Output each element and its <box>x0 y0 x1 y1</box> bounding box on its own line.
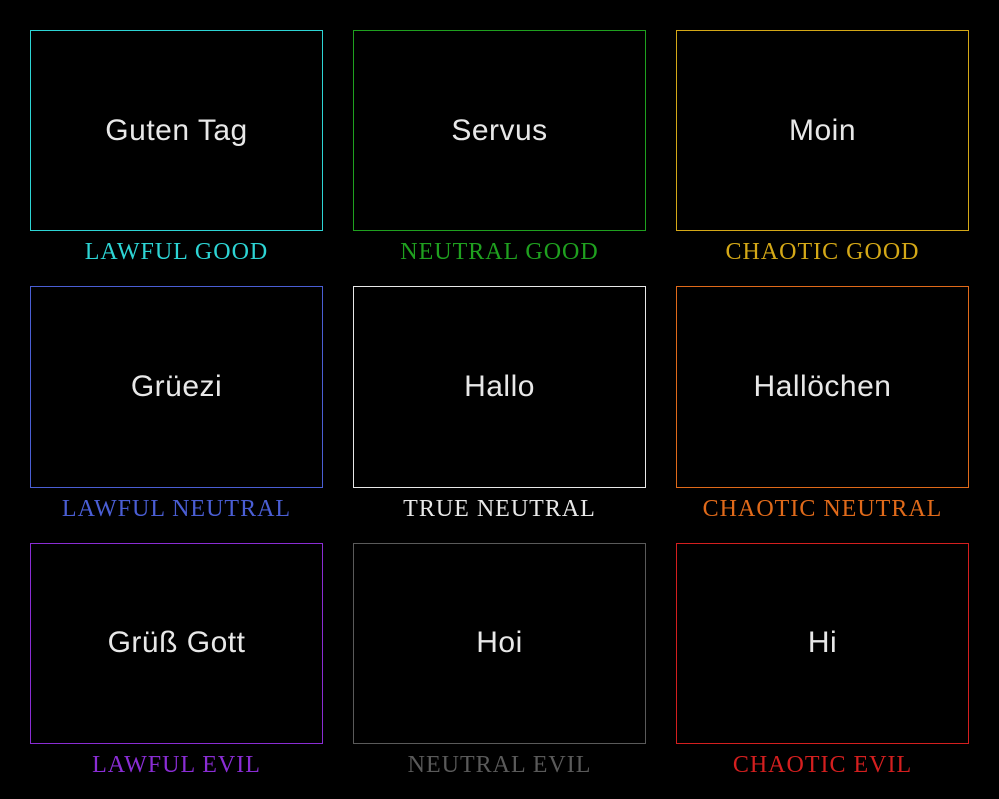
content-neutral-good: Servus <box>451 114 547 148</box>
label-true-neutral: TRUE NEUTRAL <box>403 496 596 523</box>
cell-chaotic-neutral: Hallöchen CHAOTIC NEUTRAL <box>676 286 969 522</box>
content-lawful-good: Guten Tag <box>105 114 247 148</box>
content-chaotic-evil: Hi <box>808 626 837 660</box>
label-chaotic-neutral: CHAOTIC NEUTRAL <box>703 496 943 523</box>
label-chaotic-good: CHAOTIC GOOD <box>726 239 920 266</box>
box-chaotic-evil: Hi <box>676 543 969 744</box>
label-lawful-neutral: LAWFUL NEUTRAL <box>62 496 291 523</box>
box-lawful-neutral: Grüezi <box>30 286 323 487</box>
box-neutral-good: Servus <box>353 30 646 231</box>
cell-lawful-neutral: Grüezi LAWFUL NEUTRAL <box>30 286 323 522</box>
box-lawful-good: Guten Tag <box>30 30 323 231</box>
label-lawful-evil: LAWFUL EVIL <box>92 752 261 779</box>
cell-neutral-good: Servus NEUTRAL GOOD <box>353 30 646 266</box>
label-neutral-evil: NEUTRAL EVIL <box>408 752 592 779</box>
label-chaotic-evil: CHAOTIC EVIL <box>733 752 912 779</box>
box-chaotic-neutral: Hallöchen <box>676 286 969 487</box>
label-lawful-good: LAWFUL GOOD <box>85 239 269 266</box>
box-true-neutral: Hallo <box>353 286 646 487</box>
cell-chaotic-good: Moin CHAOTIC GOOD <box>676 30 969 266</box>
content-lawful-evil: Grüß Gott <box>108 626 246 660</box>
alignment-chart-grid: Guten Tag LAWFUL GOOD Servus NEUTRAL GOO… <box>30 30 969 779</box>
cell-lawful-evil: Grüß Gott LAWFUL EVIL <box>30 543 323 779</box>
content-true-neutral: Hallo <box>464 370 535 404</box>
content-lawful-neutral: Grüezi <box>131 370 222 404</box>
cell-lawful-good: Guten Tag LAWFUL GOOD <box>30 30 323 266</box>
box-chaotic-good: Moin <box>676 30 969 231</box>
content-chaotic-neutral: Hallöchen <box>754 370 892 404</box>
box-lawful-evil: Grüß Gott <box>30 543 323 744</box>
cell-neutral-evil: Hoi NEUTRAL EVIL <box>353 543 646 779</box>
cell-true-neutral: Hallo TRUE NEUTRAL <box>353 286 646 522</box>
box-neutral-evil: Hoi <box>353 543 646 744</box>
content-chaotic-good: Moin <box>789 114 856 148</box>
label-neutral-good: NEUTRAL GOOD <box>400 239 598 266</box>
cell-chaotic-evil: Hi CHAOTIC EVIL <box>676 543 969 779</box>
content-neutral-evil: Hoi <box>476 626 523 660</box>
